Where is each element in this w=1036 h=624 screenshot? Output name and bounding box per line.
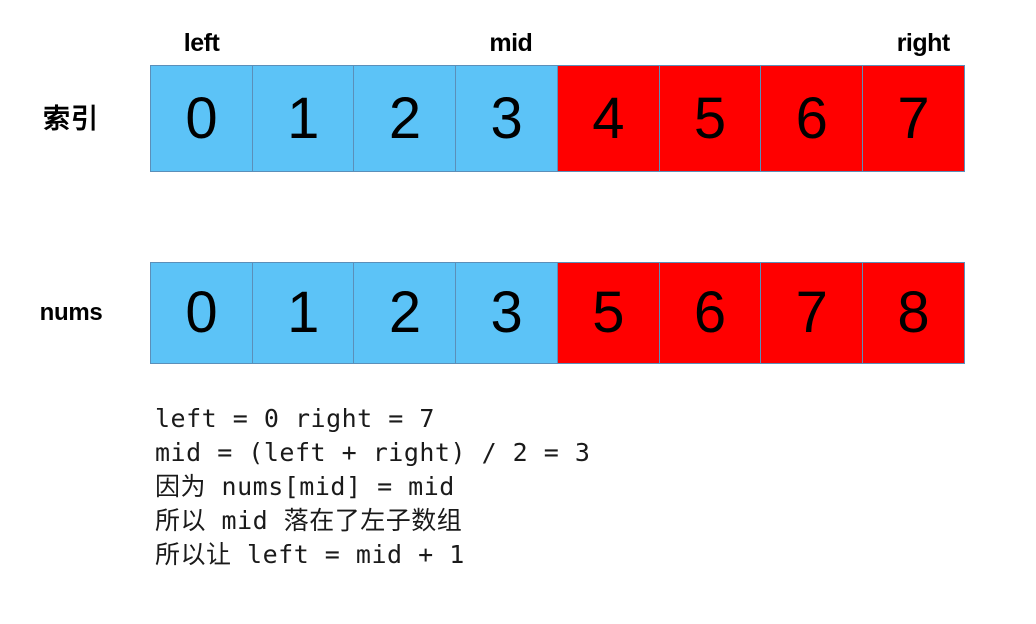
cell-nums-row-7: 8 <box>861 262 966 364</box>
pointer-label-left: left <box>183 29 220 57</box>
cell-nums-row-0: 0 <box>150 262 254 364</box>
cell-nums-row-2: 2 <box>353 262 457 364</box>
pointer-label-mid: mid <box>489 29 533 57</box>
explanation-line-5: 所以让 left = mid + 1 <box>155 540 465 569</box>
cell-nums-row-1: 1 <box>251 262 355 364</box>
nums-row: 01235678 <box>150 262 966 364</box>
cell-index-row-4: 4 <box>556 65 660 172</box>
diagram-canvas: left mid right 索引 nums 0123456701235678 lef… <box>0 0 1036 624</box>
row-label-index-row: 索引 <box>43 103 99 134</box>
cell-nums-row-6: 7 <box>760 262 864 364</box>
explanation-line-2: mid = (left + right) / 2 = 3 <box>155 438 591 467</box>
cell-nums-row-5: 6 <box>658 262 762 364</box>
cell-index-row-0: 0 <box>150 65 254 172</box>
cell-nums-row-4: 5 <box>556 262 660 364</box>
pointer-label-right: right <box>896 29 951 57</box>
row-label-nums-row: nums <box>39 299 103 326</box>
explanation-text: left = 0 right = 7 mid = (left + right) /… <box>155 402 590 572</box>
cell-index-row-2: 2 <box>353 65 457 172</box>
explanation-line-3: 因为 nums[mid] = mid <box>155 472 455 501</box>
index-row: 01234567 <box>150 65 966 172</box>
cell-index-row-5: 5 <box>658 65 762 172</box>
explanation-line-4: 所以 mid 落在了左子数组 <box>155 506 463 535</box>
cell-index-row-6: 6 <box>760 65 864 172</box>
cell-index-row-3: 3 <box>455 65 559 172</box>
cell-index-row-7: 7 <box>861 65 966 172</box>
cell-index-row-1: 1 <box>251 65 355 172</box>
explanation-line-1: left = 0 right = 7 <box>155 404 435 433</box>
cell-nums-row-3: 3 <box>455 262 559 364</box>
